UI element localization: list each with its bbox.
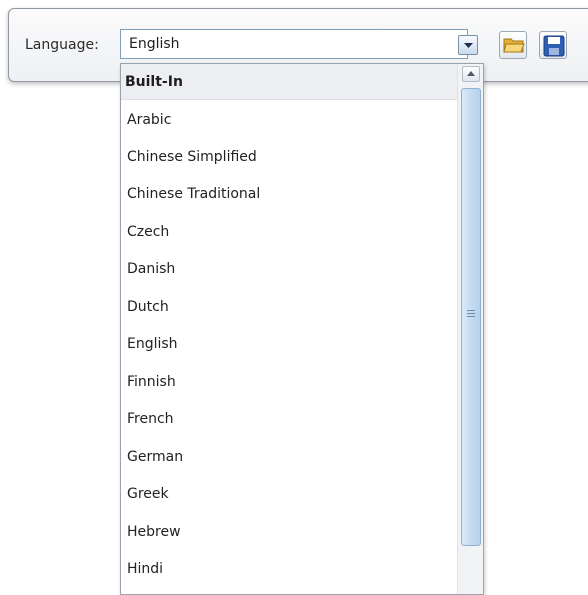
list-item[interactable]: Czech [121,214,457,251]
save-button[interactable] [539,31,567,59]
folder-open-icon [503,38,525,53]
scroll-thumb[interactable] [461,88,481,546]
list-item[interactable]: Danish [121,251,457,288]
grip-icon [467,310,475,319]
dropdown-arrow-button[interactable] [458,35,478,55]
language-combobox[interactable]: English [120,29,468,59]
list-item[interactable]: Greek [121,476,457,513]
list-item[interactable]: Arabic [121,102,457,139]
group-header-built-in: Built-In [121,64,457,100]
list-item[interactable]: German [121,439,457,476]
list-item[interactable]: Hindi [121,551,457,588]
chevron-up-icon [467,71,475,76]
scroll-up-button[interactable] [462,66,480,82]
list-item[interactable]: Dutch [121,289,457,326]
list-item[interactable]: English [121,326,457,363]
open-button[interactable] [499,31,527,59]
language-label: Language: [25,37,99,53]
language-dropdown-list: Built-In Arabic Chinese Simplified Chine… [120,63,484,595]
selected-language: English [129,36,180,52]
list-item[interactable]: Chinese Simplified [121,139,457,176]
chevron-down-icon [464,43,473,48]
list-item[interactable]: Chinese Traditional [121,176,457,213]
list-item[interactable]: Finnish [121,364,457,401]
save-disk-icon [543,35,565,57]
vertical-scrollbar[interactable] [457,64,483,594]
list-item[interactable]: French [121,401,457,438]
list-item[interactable]: Hebrew [121,514,457,551]
